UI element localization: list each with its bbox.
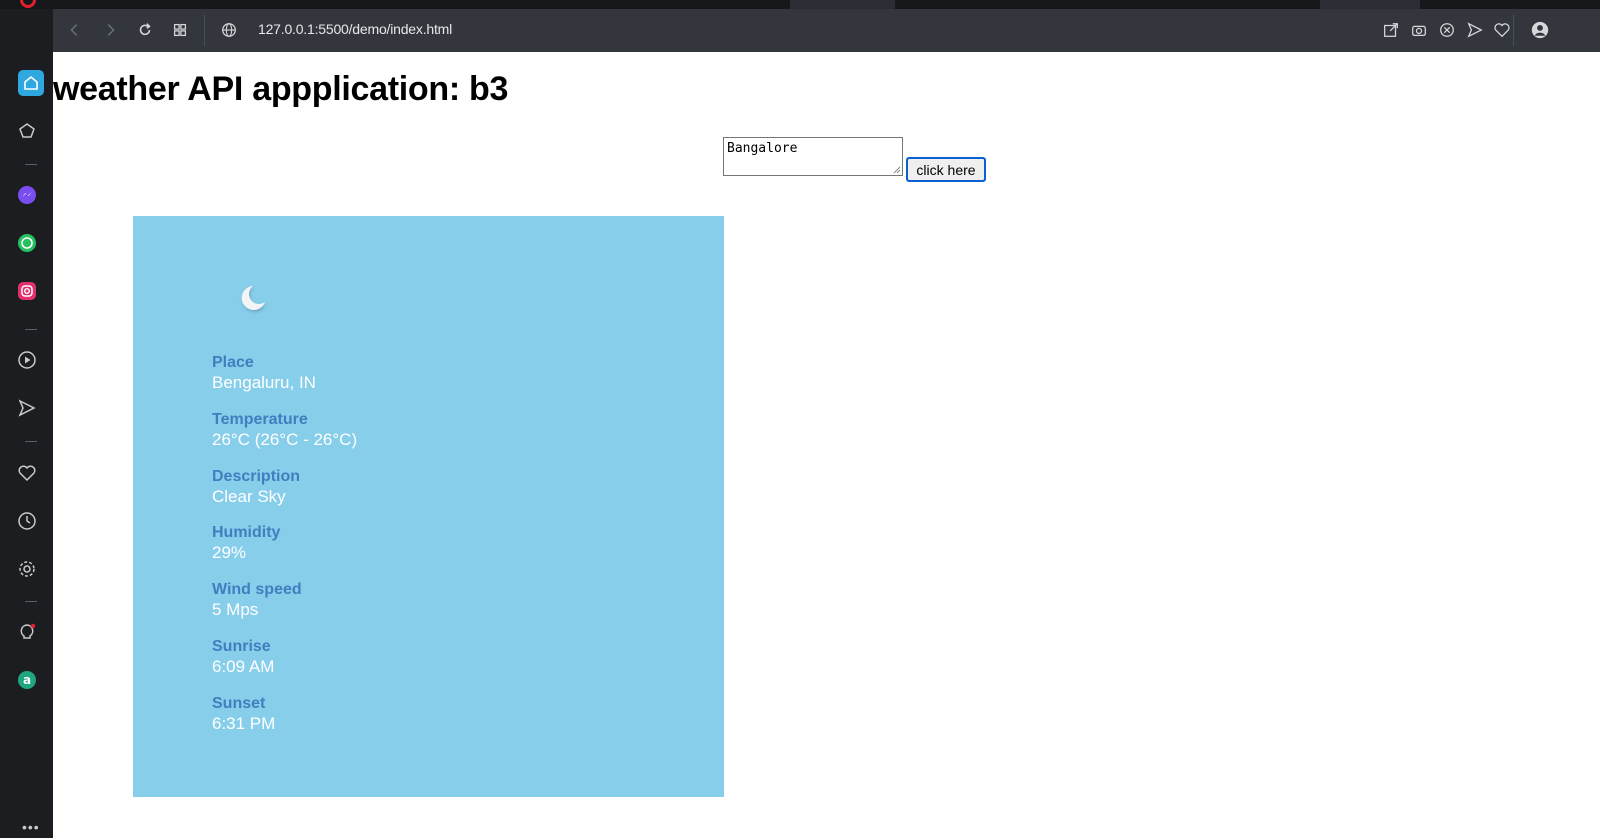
more-options-icon[interactable]: •••: [22, 819, 40, 835]
browser-tab[interactable]: [1320, 0, 1420, 9]
field-value: 29%: [212, 543, 247, 562]
flow-send-icon[interactable]: [1465, 20, 1485, 40]
browser-tab-active[interactable]: [790, 0, 895, 9]
resize-grip-icon[interactable]: [893, 166, 901, 174]
aria-icon[interactable]: a: [17, 670, 37, 690]
tab-strip: [0, 0, 1600, 9]
site-info-globe-icon[interactable]: [219, 20, 239, 40]
sidebar-divider: [25, 329, 37, 330]
settings-gear-icon[interactable]: [17, 559, 37, 579]
field-label: Temperature: [212, 411, 308, 428]
field-value: 26°C (26°C - 26°C): [212, 430, 358, 449]
weather-field-humidity: Humidity 29%: [212, 523, 280, 563]
pinboards-icon[interactable]: [17, 121, 37, 141]
sidebar-divider: [25, 601, 37, 602]
field-label: Place: [212, 354, 254, 371]
toolbar-divider: [1513, 15, 1514, 46]
profile-avatar-icon[interactable]: [1529, 19, 1551, 41]
heart-icon[interactable]: [17, 463, 37, 483]
weather-field-sunset: Sunset 6:31 PM: [212, 694, 275, 734]
toolbar-divider: [204, 15, 205, 46]
field-label: Description: [212, 468, 301, 485]
bookmark-heart-icon[interactable]: [1492, 20, 1512, 40]
snapshot-camera-icon[interactable]: [1409, 20, 1429, 40]
lightbulb-icon[interactable]: [17, 623, 37, 643]
player-icon[interactable]: [17, 350, 37, 370]
ad-blocker-icon[interactable]: [1437, 20, 1457, 40]
weather-field-place: Place Bengaluru, IN: [212, 353, 316, 393]
whatsapp-icon[interactable]: [17, 233, 37, 253]
page-title: weather API appplication: b3: [53, 70, 509, 108]
forward-arrow-icon[interactable]: [100, 20, 120, 40]
browser-sidebar: a •••: [0, 9, 53, 838]
weather-field-description: Description Clear Sky: [212, 467, 300, 507]
messenger-icon[interactable]: [17, 185, 37, 205]
weather-field-temperature: Temperature 26°C (26°C - 26°C): [212, 410, 357, 450]
instagram-icon[interactable]: [17, 281, 37, 301]
browser-toolbar: 127.0.0.1:5500/demo/index.html: [53, 9, 1600, 52]
field-value: Clear Sky: [212, 487, 286, 506]
send-icon[interactable]: [17, 398, 37, 418]
weather-field-sunrise: Sunrise 6:09 AM: [212, 637, 274, 677]
city-input[interactable]: Bangalore: [723, 137, 903, 176]
share-icon[interactable]: [1381, 20, 1401, 40]
svg-text:a: a: [23, 673, 31, 687]
sidebar-divider: [25, 441, 37, 442]
field-label: Sunset: [212, 695, 266, 712]
tab-grid-icon[interactable]: [170, 20, 190, 40]
moon-icon: [241, 286, 265, 310]
address-bar[interactable]: 127.0.0.1:5500/demo/index.html: [258, 21, 452, 37]
weather-field-wind-speed: Wind speed 5 Mps: [212, 580, 302, 620]
field-label: Humidity: [212, 524, 281, 541]
home-icon[interactable]: [18, 70, 44, 96]
field-value: Bengaluru, IN: [212, 373, 316, 392]
back-arrow-icon[interactable]: [65, 20, 85, 40]
field-value: 6:31 PM: [212, 714, 276, 733]
sidebar-divider: [25, 164, 37, 165]
opera-logo-icon[interactable]: [20, 0, 36, 8]
field-label: Wind speed: [212, 581, 302, 598]
field-label: Sunrise: [212, 638, 271, 655]
history-icon[interactable]: [17, 511, 37, 531]
weather-card: Place Bengaluru, IN Temperature 26°C (26…: [133, 216, 724, 797]
reload-icon[interactable]: [135, 20, 155, 40]
search-button[interactable]: click here: [906, 157, 986, 182]
field-value: 5 Mps: [212, 600, 259, 619]
web-page: weather API appplication: b3 Bangalore c…: [53, 52, 1600, 838]
field-value: 6:09 AM: [212, 657, 275, 676]
